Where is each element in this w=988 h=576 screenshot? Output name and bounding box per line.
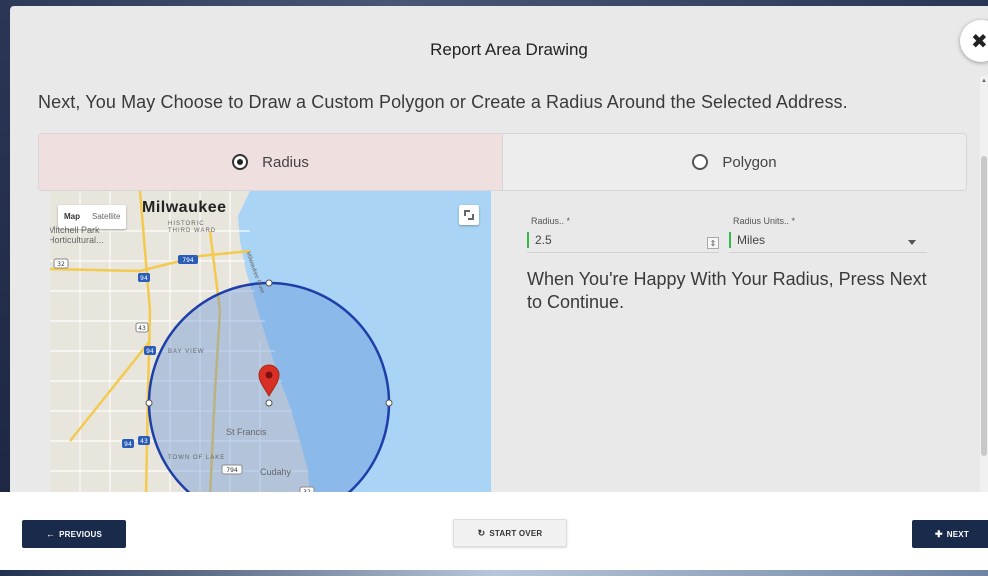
radius-handle-right xyxy=(385,399,393,407)
refresh-icon: ↻ xyxy=(477,527,486,538)
chevron-down-icon[interactable] xyxy=(908,240,916,245)
map-label-town-of-lake: TOWN OF LAKE xyxy=(168,455,226,461)
radius-hint-text: When You're Happy With Your Radius, Pres… xyxy=(527,269,927,312)
next-button-label: NEXT xyxy=(946,529,969,539)
start-over-button-label: START OVER xyxy=(489,528,543,538)
tab-polygon[interactable]: Polygon xyxy=(503,134,966,190)
next-button[interactable]: ✚ NEXT xyxy=(912,520,988,548)
start-over-button[interactable]: ↻ START OVER xyxy=(453,519,567,547)
instruction-text: Next, You May Choose to Draw a Custom Po… xyxy=(38,92,848,112)
mode-selector: Radius Polygon xyxy=(38,133,967,191)
radio-unchecked-icon xyxy=(692,154,709,170)
svg-text:43: 43 xyxy=(140,438,148,445)
close-icon: ✖ xyxy=(971,29,988,53)
radius-field-label: Radius.. * xyxy=(531,216,571,226)
radius-input[interactable]: 2.5 xyxy=(527,232,707,248)
radius-stepper[interactable]: ⇕ xyxy=(707,237,719,249)
report-area-dialog: Report Area Drawing ✖ Next, You May Choo… xyxy=(10,6,988,576)
tab-radius-label: Radius xyxy=(262,153,309,171)
scrollbar-thumb[interactable] xyxy=(981,156,987,456)
map-label-bay-view: BAY VIEW xyxy=(168,349,205,355)
svg-text:94: 94 xyxy=(140,275,148,282)
radius-handle-top xyxy=(265,279,273,287)
radius-underline xyxy=(527,252,719,253)
radius-handle-left xyxy=(145,399,153,407)
units-underline xyxy=(729,252,927,253)
map-view[interactable]: 32 94 794 43 94 94 43 794 32 Map Satelli… xyxy=(50,191,491,496)
dialog-title: Report Area Drawing xyxy=(430,40,588,59)
svg-text:94: 94 xyxy=(146,348,154,355)
svg-text:794: 794 xyxy=(182,257,194,264)
fullscreen-icon[interactable] xyxy=(459,205,479,225)
radio-checked-icon xyxy=(232,154,249,170)
previous-button[interactable]: ← PREVIOUS xyxy=(22,520,126,548)
svg-text:794: 794 xyxy=(226,467,238,474)
svg-text:94: 94 xyxy=(124,441,132,448)
map-label-mitchell-park: Mitchell Park Horticultural... xyxy=(50,225,104,245)
plus-icon: ✚ xyxy=(935,528,943,539)
units-select[interactable]: Miles xyxy=(729,232,899,248)
svg-text:43: 43 xyxy=(138,325,146,332)
dialog-scrollbar[interactable]: ▲ ▼ xyxy=(980,76,988,500)
radius-handle-center xyxy=(265,399,273,407)
previous-button-label: PREVIOUS xyxy=(59,529,103,539)
tab-radius[interactable]: Radius xyxy=(39,134,503,190)
arrow-left-icon: ← xyxy=(45,529,56,539)
scroll-up-arrow[interactable]: ▲ xyxy=(981,78,987,84)
map-label-historic-third-ward: HISTORIC THIRD WARD xyxy=(168,221,217,234)
backdrop-bottom xyxy=(0,570,988,576)
units-field-label: Radius Units.. * xyxy=(733,216,796,226)
svg-text:32: 32 xyxy=(57,261,65,268)
map-label-milwaukee: Milwaukee xyxy=(142,199,227,216)
backdrop-left xyxy=(0,0,10,576)
map-label-cudahy: Cudahy xyxy=(260,467,292,477)
map-label-st-francis: St Francis xyxy=(226,427,267,437)
tab-polygon-label: Polygon xyxy=(722,153,777,171)
